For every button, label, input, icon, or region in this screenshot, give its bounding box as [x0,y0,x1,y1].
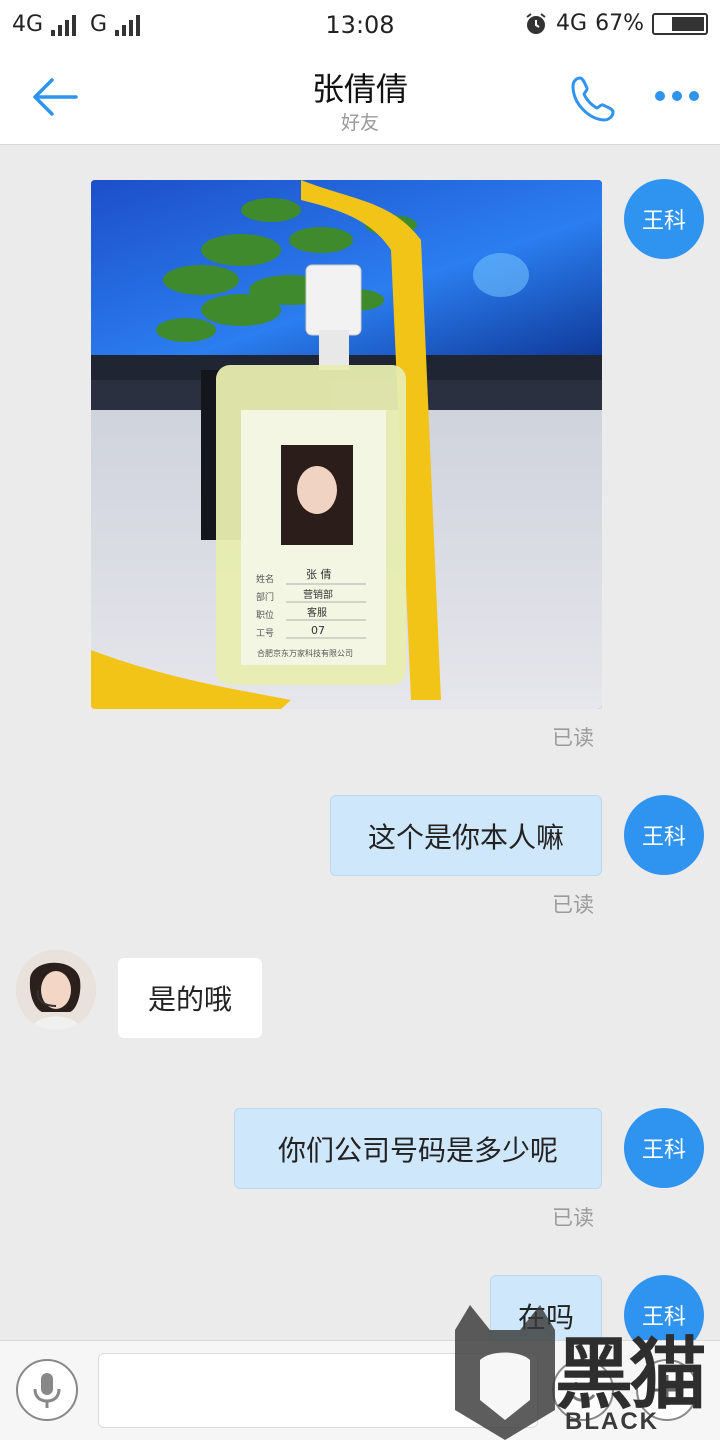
read-status: 已读 [552,893,594,917]
my-avatar[interactable]: 王科 [624,1108,704,1188]
read-status: 已读 [552,1206,594,1230]
badge-label-name: 姓名 [256,573,274,585]
more-dots-icon [655,91,699,101]
badge-id: 07 [311,624,325,637]
battery-percent: 67% [595,11,644,36]
status-bar: 4G G 13:08 4G 67% [0,0,720,50]
message-image[interactable]: 姓名 张 倩 部门 营销部 职位 客服 工号 07 合肥京东万家科技有限公司 [91,180,602,709]
message-bubble-sent[interactable]: 你们公司号码是多少呢 [234,1108,602,1189]
badge-label-position: 职位 [256,609,274,621]
badge-company: 合肥京东万家科技有限公司 [257,648,353,658]
badge-dept: 营销部 [303,588,333,601]
badge-label-dept: 部门 [256,591,274,603]
phone-icon [571,76,615,122]
id-badge-photo: 姓名 张 倩 部门 营销部 职位 客服 工号 07 合肥京东万家科技有限公司 [91,180,602,709]
contact-avatar-photo [16,950,96,1030]
network-type-3: 4G [556,11,588,36]
my-avatar[interactable]: 王科 [624,179,704,259]
battery-icon [652,12,708,35]
badge-label-id: 工号 [256,628,274,639]
more-button[interactable] [652,86,702,106]
read-status: 已读 [552,726,594,750]
badge-position: 客服 [307,606,327,619]
alarm-icon [526,12,546,34]
message-bubble-received[interactable]: 是的哦 [118,958,262,1038]
voice-button[interactable] [16,1359,78,1421]
microphone-icon [33,1373,61,1408]
contact-avatar[interactable] [16,950,96,1030]
message-bubble-sent[interactable]: 这个是你本人嘛 [330,795,602,876]
status-right: 4G 67% [524,11,708,36]
badge-name: 张 倩 [306,568,332,581]
black-cat-logo-icon [455,1305,555,1440]
watermark-text: BLACK CAT [565,1408,659,1440]
call-button[interactable] [568,72,620,124]
chat-header: 张倩倩 好友 [0,50,720,145]
my-avatar[interactable]: 王科 [624,795,704,875]
